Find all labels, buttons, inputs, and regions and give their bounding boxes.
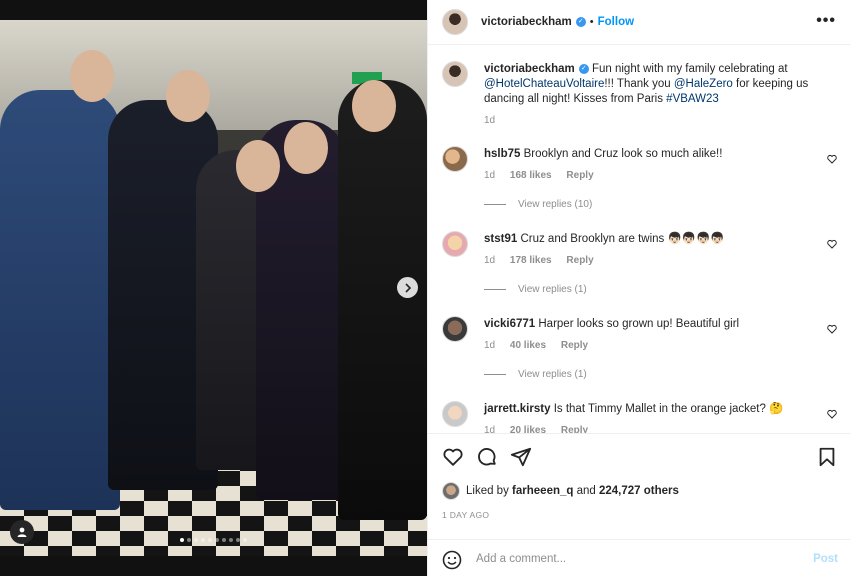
post-comment-button[interactable]: Post (813, 553, 838, 565)
post-header: victoriabeckham ✓ • Follow ••• (428, 0, 850, 45)
separator-dot: • (589, 16, 594, 28)
comment-input[interactable]: Add a comment... (476, 553, 566, 565)
view-replies-label[interactable]: View replies (1) (518, 284, 587, 295)
carousel-dot (201, 538, 205, 542)
liked-by-prefix: Liked by (466, 485, 509, 497)
caption-username[interactable]: victoriabeckham (484, 63, 575, 75)
avatar[interactable] (442, 146, 468, 172)
divider (484, 289, 506, 290)
heart-icon[interactable] (827, 154, 837, 164)
heart-icon[interactable] (827, 409, 837, 419)
post-timestamp[interactable]: 1 DAY AGO (442, 510, 489, 520)
emoji-icon[interactable] (442, 550, 462, 570)
photo-scene (0, 20, 427, 556)
reply-button[interactable]: Reply (561, 340, 588, 351)
view-replies-button[interactable]: View replies (1) (484, 284, 587, 295)
user-tag-button[interactable] (10, 520, 34, 544)
avatar[interactable] (442, 61, 468, 87)
carousel-next-button[interactable] (397, 277, 418, 298)
comment-username[interactable]: stst91 (484, 233, 517, 245)
heart-icon[interactable] (827, 239, 837, 249)
divider (484, 204, 506, 205)
avatar[interactable] (442, 316, 468, 342)
person-head (166, 70, 210, 122)
avatar[interactable] (442, 9, 468, 35)
view-replies-button[interactable]: View replies (10) (484, 199, 592, 210)
carousel-dot (194, 538, 198, 542)
carousel-dot (208, 538, 212, 542)
caption-text: !!! Thank you (604, 78, 671, 90)
comment-text: Cruz and Brooklyn are twins 👦🏻👦🏻👦🏻👦🏻 (520, 233, 725, 245)
carousel-dot (222, 538, 226, 542)
liked-by: Liked by farheeen_q and 224,727 others (442, 482, 679, 500)
reply-button[interactable]: Reply (561, 425, 588, 433)
person-head (284, 122, 328, 174)
comment-username[interactable]: hslb75 (484, 148, 520, 160)
reply-button[interactable]: Reply (566, 255, 593, 266)
carousel-dot (187, 538, 191, 542)
comment-likes[interactable]: 168 likes (510, 170, 552, 181)
comment-composer: Add a comment... Post (428, 539, 850, 576)
caption-text: Fun night with my family celebrating at (591, 63, 788, 75)
view-replies-button[interactable]: View replies (1) (484, 369, 587, 380)
comment-age: 1d (484, 170, 496, 181)
avatar[interactable] (442, 231, 468, 257)
heart-icon[interactable] (442, 446, 464, 468)
comment-age: 1d (484, 340, 496, 351)
divider (484, 374, 506, 375)
person-figure (0, 90, 120, 510)
comment-icon[interactable] (476, 446, 498, 468)
comment-likes[interactable]: 20 likes (510, 425, 546, 433)
verified-badge-icon: ✓ (575, 17, 586, 27)
person-figure (338, 80, 427, 520)
view-replies-label[interactable]: View replies (10) (518, 199, 592, 210)
person-head (236, 140, 280, 192)
liked-by-others[interactable]: 224,727 others (599, 485, 679, 497)
carousel-dot (215, 538, 219, 542)
comment-likes[interactable]: 178 likes (510, 255, 552, 266)
caption-age: 1d (484, 115, 496, 126)
avatar[interactable] (442, 401, 468, 427)
share-icon[interactable] (510, 446, 532, 468)
user-tag-icon (17, 527, 27, 537)
chevron-right-icon (404, 282, 411, 293)
post-photo[interactable] (0, 0, 427, 576)
comment-age: 1d (484, 255, 496, 266)
mention-link[interactable]: @HotelChateauVoltaire (484, 78, 604, 90)
person-head (352, 80, 396, 132)
comment-text: Is that Timmy Mallet in the orange jacke… (553, 403, 784, 415)
mention-link[interactable]: @HaleZero (674, 78, 733, 90)
post-actions: Liked by farheeen_q and 224,727 others 1… (428, 433, 850, 573)
view-replies-label[interactable]: View replies (1) (518, 369, 587, 380)
comment-age: 1d (484, 425, 496, 433)
comment-text: Brooklyn and Cruz look so much alike!! (523, 148, 723, 160)
liked-by-user[interactable]: farheeen_q (512, 485, 573, 497)
comment-username[interactable]: jarrett.kirsty (484, 403, 550, 415)
liked-by-and: and (576, 485, 596, 497)
avatar[interactable] (442, 482, 460, 500)
header-username[interactable]: victoriabeckham (481, 16, 572, 28)
comment-text: Harper looks so grown up! Beautiful girl (538, 318, 740, 330)
reply-button[interactable]: Reply (566, 170, 593, 181)
person-head (70, 50, 114, 102)
comment-username[interactable]: vicki6771 (484, 318, 535, 330)
comments-list[interactable]: victoriabeckham ✓ Fun night with my famil… (428, 45, 850, 433)
carousel-dot (229, 538, 233, 542)
post-details-panel: victoriabeckham ✓ • Follow ••• victoriab… (427, 0, 850, 576)
more-options-icon[interactable]: ••• (816, 12, 836, 30)
follow-button[interactable]: Follow (598, 16, 634, 28)
carousel-dot (180, 538, 184, 542)
bookmark-icon[interactable] (816, 446, 838, 468)
carousel-dot (243, 538, 247, 542)
hashtag-link[interactable]: #VBAW23 (666, 93, 719, 105)
carousel-dot (236, 538, 240, 542)
carousel-indicator (0, 538, 427, 542)
heart-icon[interactable] (827, 324, 837, 334)
verified-badge-icon: ✓ (578, 63, 589, 74)
comment-likes[interactable]: 40 likes (510, 340, 546, 351)
